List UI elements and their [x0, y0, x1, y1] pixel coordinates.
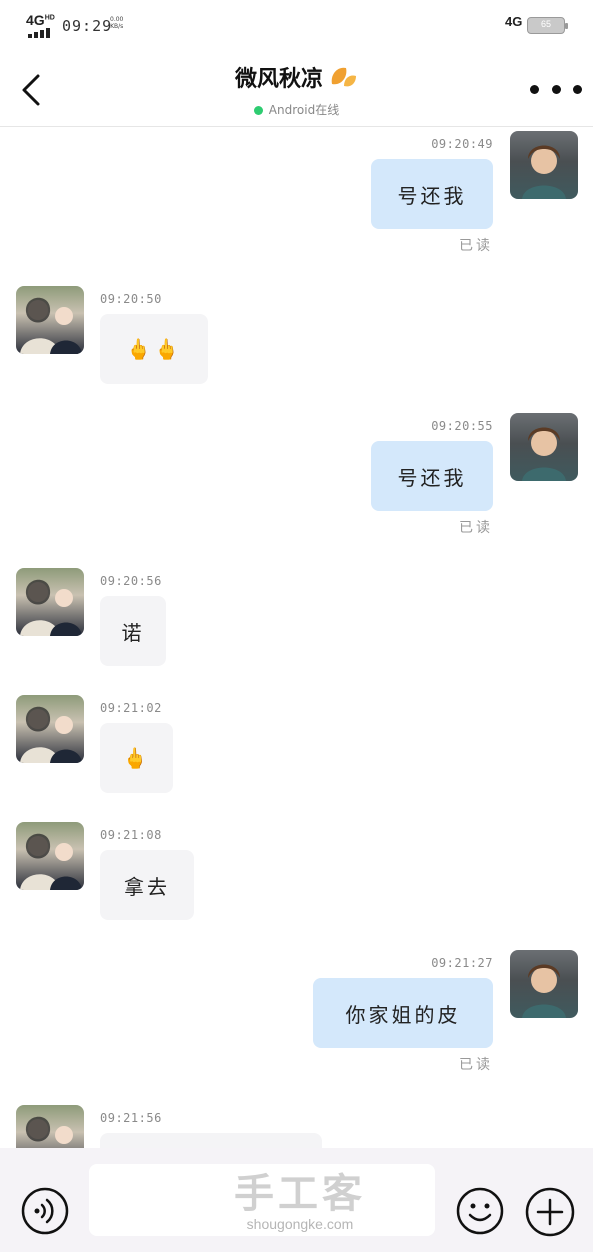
message-bubble[interactable]: 拿去	[100, 850, 194, 920]
message-bubble[interactable]: 号还我	[371, 441, 493, 511]
message-timestamp: 09:20:56	[100, 574, 162, 588]
chat-header: 微风秋凉 Android在线	[0, 52, 593, 127]
message-bubble[interactable]: 诺	[100, 596, 166, 666]
my-avatar[interactable]	[510, 131, 578, 199]
message-bubble[interactable]: 号还我	[371, 159, 493, 229]
signal-icon	[28, 28, 54, 38]
read-receipt: 已读	[459, 238, 493, 254]
title-wrap: 微风秋凉	[0, 61, 593, 93]
contact-name: 微风秋凉	[234, 66, 323, 92]
battery-icon: 65	[527, 17, 568, 34]
message-timestamp: 09:21:02	[100, 701, 162, 715]
my-avatar[interactable]	[510, 413, 578, 481]
plus-icon[interactable]	[524, 1186, 576, 1238]
message-timestamp: 09:20:55	[431, 419, 493, 433]
message-timestamp: 09:21:27	[431, 956, 493, 970]
more-options-icon[interactable]	[530, 78, 582, 100]
message-timestamp: 09:21:56	[100, 1111, 162, 1125]
contact-avatar[interactable]	[16, 286, 84, 354]
input-bar	[0, 1148, 593, 1252]
message-input[interactable]	[89, 1164, 435, 1236]
online-status: Android在线	[0, 101, 593, 118]
voice-input-icon[interactable]	[20, 1186, 70, 1236]
leaf-icon	[331, 67, 357, 87]
network-speed: 0.00 KB/s	[110, 16, 124, 30]
message-timestamp: 09:21:08	[100, 828, 162, 842]
status-bar: 4GHD 09:29 0.00 KB/s 4G 65	[0, 0, 593, 52]
read-receipt: 已读	[459, 520, 493, 536]
contact-avatar[interactable]	[16, 695, 84, 763]
contact-avatar[interactable]	[16, 568, 84, 636]
network-indicator-right: 4G	[505, 14, 523, 29]
message-bubble[interactable]: 🖕🖕	[100, 314, 208, 384]
contact-avatar[interactable]	[16, 822, 84, 890]
status-time: 09:29	[62, 17, 113, 35]
message-list[interactable]: 09:20:49 号还我 已读 09:20:50 🖕🖕 09:20:55 号还我…	[0, 128, 593, 1148]
message-bubble[interactable]: 🖕	[100, 723, 173, 793]
read-receipt: 已读	[459, 1057, 493, 1073]
message-bubble[interactable]	[100, 1133, 322, 1148]
online-dot-icon	[253, 106, 263, 115]
contact-avatar[interactable]	[16, 1105, 84, 1148]
network-indicator: 4GHD	[26, 12, 55, 28]
emoji-icon[interactable]	[455, 1186, 505, 1236]
message-timestamp: 09:20:49	[431, 137, 493, 151]
message-bubble[interactable]: 你家姐的皮	[313, 978, 493, 1048]
my-avatar[interactable]	[510, 950, 578, 1018]
message-timestamp: 09:20:50	[100, 292, 162, 306]
